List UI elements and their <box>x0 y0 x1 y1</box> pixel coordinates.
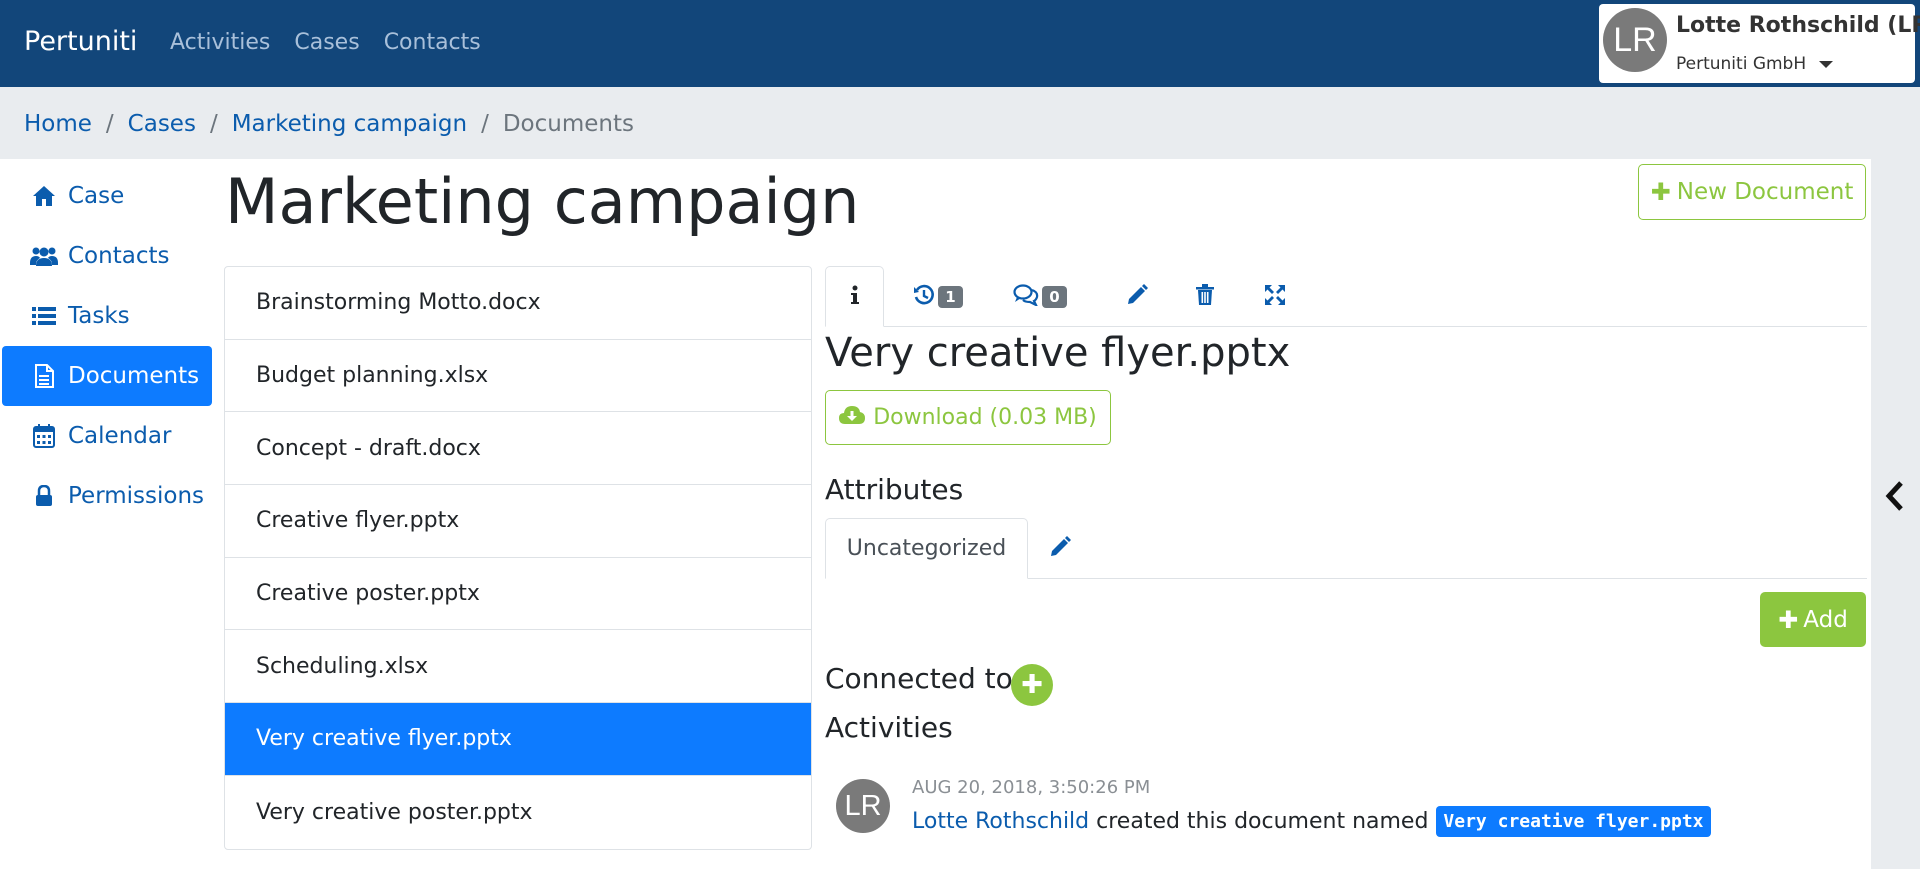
sidebar-item-calendar[interactable]: Calendar <box>0 406 215 466</box>
comments-count-badge: 0 <box>1042 285 1067 308</box>
breadcrumb-case[interactable]: Marketing campaign <box>232 111 467 137</box>
activity-text: created this document named <box>1096 809 1429 834</box>
tab-delete[interactable] <box>1175 266 1235 327</box>
document-list-item[interactable]: Creative poster.pptx <box>225 558 811 631</box>
sidebar-item-label: Permissions <box>68 483 205 509</box>
attributes-heading: Attributes <box>825 473 964 506</box>
breadcrumb-current: Documents <box>502 111 634 137</box>
new-document-label: New Document <box>1676 179 1854 205</box>
sidebar-item-label: Tasks <box>68 303 130 329</box>
tab-edit[interactable] <box>1107 266 1167 327</box>
document-list: Brainstorming Motto.docx Budget planning… <box>224 266 812 850</box>
chevron-left-icon[interactable] <box>1885 481 1905 515</box>
user-organization: Pertuniti GmbH <box>1676 54 1807 74</box>
activity-avatar: LR <box>836 779 890 833</box>
history-count-badge: 1 <box>938 285 963 308</box>
case-sidebar: Case Contacts Tasks Documents Calendar P… <box>0 166 215 526</box>
breadcrumb-home[interactable]: Home <box>24 111 92 137</box>
add-attribute-button[interactable]: ✚ Add <box>1760 592 1866 647</box>
nav-link-cases[interactable]: Cases <box>294 30 359 55</box>
plus-icon: ✚ <box>1778 605 1799 634</box>
page-title: Marketing campaign <box>225 165 860 238</box>
brand-logo[interactable]: Pertuniti <box>24 26 137 57</box>
breadcrumb-bar: Home / Cases / Marketing campaign / Docu… <box>0 87 1920 159</box>
history-icon <box>913 284 935 310</box>
document-list-item-selected[interactable]: Very creative flyer.pptx <box>225 703 811 776</box>
plus-icon: ✚ <box>1021 670 1043 700</box>
new-document-button[interactable]: ✚ New Document <box>1638 164 1866 220</box>
cloud-download-icon <box>839 405 873 431</box>
info-icon <box>850 285 860 309</box>
activities-heading: Activities <box>825 711 953 744</box>
trash-icon <box>1195 283 1215 310</box>
document-list-item[interactable]: Brainstorming Motto.docx <box>225 267 811 340</box>
download-label: Download (0.03 MB) <box>873 405 1097 430</box>
tab-comments[interactable]: 0 <box>1004 266 1076 327</box>
file-icon <box>30 362 58 390</box>
activity-entry: Lotte Rothschild created this document n… <box>912 806 1711 837</box>
user-menu[interactable]: LR Lotte Rothschild (LR) Pertuniti GmbH <box>1599 4 1920 83</box>
plus-icon: ✚ <box>1650 178 1671 206</box>
document-list-item[interactable]: Scheduling.xlsx <box>225 630 811 704</box>
tab-history[interactable]: 1 <box>903 266 973 327</box>
users-icon <box>30 242 58 270</box>
user-avatar: LR <box>1603 8 1667 72</box>
nav-link-activities[interactable]: Activities <box>170 30 270 55</box>
breadcrumb-cases[interactable]: Cases <box>128 111 196 137</box>
top-navbar: Pertuniti Activities Cases Contacts LR L… <box>0 0 1920 87</box>
user-name: Lotte Rothschild (LR) <box>1676 13 1920 38</box>
pencil-icon <box>1126 283 1148 310</box>
activity-user-link[interactable]: Lotte Rothschild <box>912 809 1089 834</box>
sidebar-item-label: Calendar <box>68 423 172 449</box>
breadcrumb: Home / Cases / Marketing campaign / Docu… <box>24 111 634 137</box>
sidebar-item-permissions[interactable]: Permissions <box>0 466 215 526</box>
tab-fullscreen[interactable] <box>1245 266 1305 327</box>
sidebar-item-case[interactable]: Case <box>0 166 215 226</box>
expand-icon <box>1264 284 1286 310</box>
sidebar-item-documents[interactable]: Documents <box>2 346 212 406</box>
right-panel-strip <box>1871 159 1920 869</box>
activity-timestamp: AUG 20, 2018, 3:50:26 PM <box>912 777 1151 798</box>
breadcrumb-separator: / <box>209 111 218 137</box>
add-label: Add <box>1803 606 1848 633</box>
sidebar-item-label: Documents <box>68 363 200 389</box>
download-button[interactable]: Download (0.03 MB) <box>825 390 1111 445</box>
add-connection-button[interactable]: ✚ <box>1011 664 1053 706</box>
breadcrumb-separator: / <box>105 111 114 137</box>
list-icon <box>30 302 58 330</box>
document-list-item[interactable]: Budget planning.xlsx <box>225 340 811 413</box>
tab-info[interactable] <box>825 266 884 327</box>
document-title: Very creative flyer.pptx <box>825 330 1291 376</box>
document-list-item[interactable]: Creative flyer.pptx <box>225 485 811 558</box>
calendar-icon <box>30 422 58 450</box>
home-icon <box>30 182 58 210</box>
breadcrumb-separator: / <box>481 111 489 137</box>
document-tabs: 1 0 <box>825 266 1867 327</box>
sidebar-item-tasks[interactable]: Tasks <box>0 286 215 346</box>
main-nav: Activities Cases Contacts <box>170 30 481 55</box>
attribute-tabs: Uncategorized <box>825 518 1867 579</box>
pencil-icon[interactable] <box>1049 536 1071 562</box>
sidebar-item-label: Case <box>68 183 125 209</box>
activity-document-name: Very creative flyer.pptx <box>1436 806 1711 837</box>
sidebar-item-label: Contacts <box>68 243 170 269</box>
caret-down-icon[interactable] <box>1819 61 1833 68</box>
tab-uncategorized[interactable]: Uncategorized <box>825 518 1028 579</box>
sidebar-item-contacts[interactable]: Contacts <box>0 226 215 286</box>
comments-icon <box>1013 283 1039 310</box>
document-list-item[interactable]: Concept - draft.docx <box>225 412 811 486</box>
nav-link-contacts[interactable]: Contacts <box>384 30 481 55</box>
connected-to-heading: Connected to <box>825 662 1013 695</box>
lock-icon <box>30 482 58 510</box>
document-list-item[interactable]: Very creative poster.pptx <box>225 776 811 849</box>
